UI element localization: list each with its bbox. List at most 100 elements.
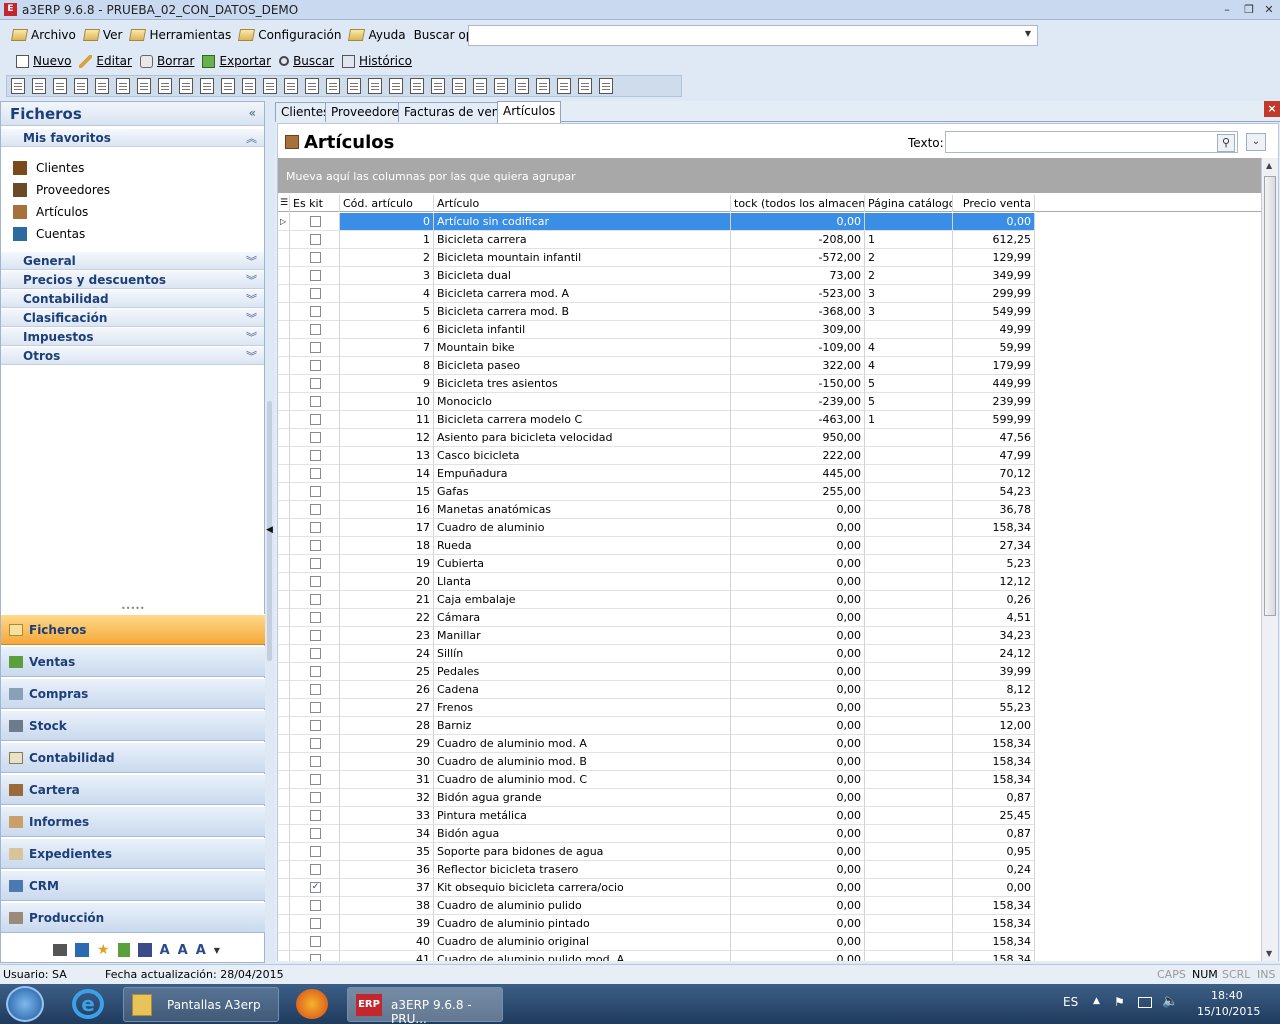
column-header-codigo[interactable]: Cód. artículo xyxy=(340,195,434,212)
volume-icon[interactable]: 🔈 xyxy=(1162,994,1178,1009)
table-row[interactable]: 1 Bicicleta carrera -208,00 1 612,25 xyxy=(278,231,1261,249)
toolbar-book-icon[interactable] xyxy=(431,78,445,94)
language-indicator[interactable]: ES xyxy=(1063,995,1078,1009)
nuevo-button[interactable]: Nuevo xyxy=(12,51,75,71)
toolbar-book-icon[interactable] xyxy=(578,78,592,94)
row-indicator[interactable] xyxy=(278,591,290,609)
table-row[interactable]: 24 Sillín 0,00 24,12 xyxy=(278,645,1261,663)
nav-expedientes[interactable]: Expedientes xyxy=(1,838,265,869)
table-row[interactable]: 36 Reflector bicicleta trasero 0,00 0,24 xyxy=(278,861,1261,879)
table-row[interactable]: 11 Bicicleta carrera modelo C -463,00 1 599,… xyxy=(278,411,1261,429)
nav-crm[interactable]: CRM xyxy=(1,870,265,901)
column-header-articulo[interactable]: Artículo xyxy=(434,195,731,212)
table-row[interactable]: 34 Bidón agua 0,00 0,87 xyxy=(278,825,1261,843)
table-row[interactable]: 29 Cuadro de aluminio mod. A 0,00 158,34 xyxy=(278,735,1261,753)
es-kit-checkbox[interactable] xyxy=(310,306,321,317)
toolbar-delete-document-icon[interactable] xyxy=(137,78,151,94)
es-kit-checkbox[interactable] xyxy=(310,828,321,839)
nav-stock[interactable]: Stock xyxy=(1,710,265,741)
section-general[interactable]: General ︾ xyxy=(1,252,264,270)
table-row[interactable]: 21 Caja embalaje 0,00 0,26 xyxy=(278,591,1261,609)
row-indicator[interactable] xyxy=(278,267,290,285)
table-row[interactable]: ✓ 37 Kit obsequio bicicleta carrera/ocio 0,… xyxy=(278,879,1261,897)
es-kit-checkbox[interactable] xyxy=(310,702,321,713)
exportar-button[interactable]: Exportar xyxy=(198,51,275,71)
row-indicator[interactable] xyxy=(278,501,290,519)
row-indicator[interactable] xyxy=(278,627,290,645)
firefox-icon[interactable] xyxy=(296,989,328,1019)
scrollbar-thumb[interactable] xyxy=(1264,176,1276,616)
es-kit-checkbox[interactable] xyxy=(310,288,321,299)
table-row[interactable]: 41 Cuadro de aluminio pulido mod. A 0,00 15… xyxy=(278,951,1261,961)
search-icon[interactable]: ⚲ xyxy=(1217,134,1235,152)
a3-app-icon[interactable]: A xyxy=(160,943,170,958)
table-row[interactable]: 39 Cuadro de aluminio pintado 0,00 158,34 xyxy=(278,915,1261,933)
es-kit-checkbox[interactable] xyxy=(310,954,321,961)
search-option-combobox[interactable]: ▼ xyxy=(468,25,1038,46)
menu-archivo[interactable]: Archivo xyxy=(8,24,80,46)
row-indicator[interactable] xyxy=(278,663,290,681)
toolbar-search-icon[interactable] xyxy=(32,78,46,94)
es-kit-checkbox[interactable] xyxy=(310,612,321,623)
favorite-articulos[interactable]: Artículos xyxy=(13,202,88,222)
row-indicator[interactable]: ▷ xyxy=(278,213,290,231)
editar-button[interactable]: Editar xyxy=(75,51,136,71)
column-header-stock[interactable]: tock (todos los almacenes) xyxy=(731,195,865,212)
nav-compras[interactable]: Compras xyxy=(1,678,265,709)
resize-grip-icon[interactable]: ••••• xyxy=(121,604,145,613)
tab-articulos[interactable]: Artículos xyxy=(497,101,562,123)
section-contabilidad[interactable]: Contabilidad ︾ xyxy=(1,290,264,308)
section-precios[interactable]: Precios y descuentos ︾ xyxy=(1,271,264,289)
toolbar-book-icon[interactable] xyxy=(179,78,193,94)
sidebar-splitter[interactable]: ◀ xyxy=(265,101,274,963)
clock-time[interactable]: 18:40 xyxy=(1211,989,1243,1002)
es-kit-checkbox[interactable] xyxy=(310,918,321,929)
es-kit-checkbox[interactable] xyxy=(310,414,321,425)
es-kit-checkbox[interactable] xyxy=(310,450,321,461)
toolbar-book-icon[interactable] xyxy=(242,78,256,94)
buscar-button[interactable]: Buscar xyxy=(275,51,338,71)
row-indicator[interactable] xyxy=(278,231,290,249)
es-kit-checkbox[interactable] xyxy=(310,252,321,263)
table-row[interactable]: 18 Rueda 0,00 27,34 xyxy=(278,537,1261,555)
table-row[interactable]: 14 Empuñadura 445,00 70,12 xyxy=(278,465,1261,483)
row-indicator[interactable] xyxy=(278,681,290,699)
es-kit-checkbox[interactable] xyxy=(310,720,321,731)
table-row[interactable]: 9 Bicicleta tres asientos -150,00 5 449,99 xyxy=(278,375,1261,393)
row-indicator[interactable] xyxy=(278,429,290,447)
minimize-button[interactable]: – xyxy=(1218,2,1236,17)
es-kit-checkbox[interactable] xyxy=(310,468,321,479)
favorite-clientes[interactable]: Clientes xyxy=(13,158,84,178)
scroll-down-icon[interactable]: ▼ xyxy=(1266,949,1272,958)
toolbar-document-icon[interactable] xyxy=(116,78,130,94)
table-row[interactable]: 3 Bicicleta dual 73,00 2 349,99 xyxy=(278,267,1261,285)
favorites-section-header[interactable]: Mis favoritos ︽ xyxy=(1,129,264,147)
row-indicator[interactable] xyxy=(278,789,290,807)
menu-ver[interactable]: Ver xyxy=(80,24,127,46)
historico-button[interactable]: Histórico xyxy=(338,51,416,71)
tray-expand-icon[interactable]: ▲ xyxy=(1093,996,1100,1006)
group-by-area[interactable]: Mueva aquí las columnas por las que quie… xyxy=(278,158,1261,193)
es-kit-checkbox[interactable] xyxy=(310,846,321,857)
table-row[interactable]: 10 Monociclo -239,00 5 239,99 xyxy=(278,393,1261,411)
row-indicator[interactable] xyxy=(278,879,290,897)
toolbar-book-icon[interactable] xyxy=(410,78,424,94)
toolbar-book-icon[interactable] xyxy=(221,78,235,94)
flag-icon[interactable]: ⚑ xyxy=(1114,995,1125,1009)
monitor-icon[interactable] xyxy=(53,944,67,956)
favorite-cuentas[interactable]: Cuentas xyxy=(13,224,85,244)
toolbar-book-icon[interactable] xyxy=(473,78,487,94)
favorite-proveedores[interactable]: Proveedores xyxy=(13,180,110,200)
es-kit-checkbox[interactable] xyxy=(310,774,321,785)
column-header-precio-venta[interactable]: Precio venta xyxy=(953,195,1035,212)
toolbar-book-icon[interactable] xyxy=(284,78,298,94)
es-kit-checkbox[interactable] xyxy=(310,900,321,911)
toolbar-document-icon[interactable] xyxy=(11,78,25,94)
es-kit-checkbox[interactable] xyxy=(310,810,321,821)
row-indicator[interactable] xyxy=(278,861,290,879)
row-indicator[interactable] xyxy=(278,339,290,357)
start-button[interactable] xyxy=(6,986,44,1022)
es-kit-checkbox[interactable] xyxy=(310,936,321,947)
toolbar-book-icon[interactable] xyxy=(347,78,361,94)
es-kit-checkbox[interactable] xyxy=(310,342,321,353)
